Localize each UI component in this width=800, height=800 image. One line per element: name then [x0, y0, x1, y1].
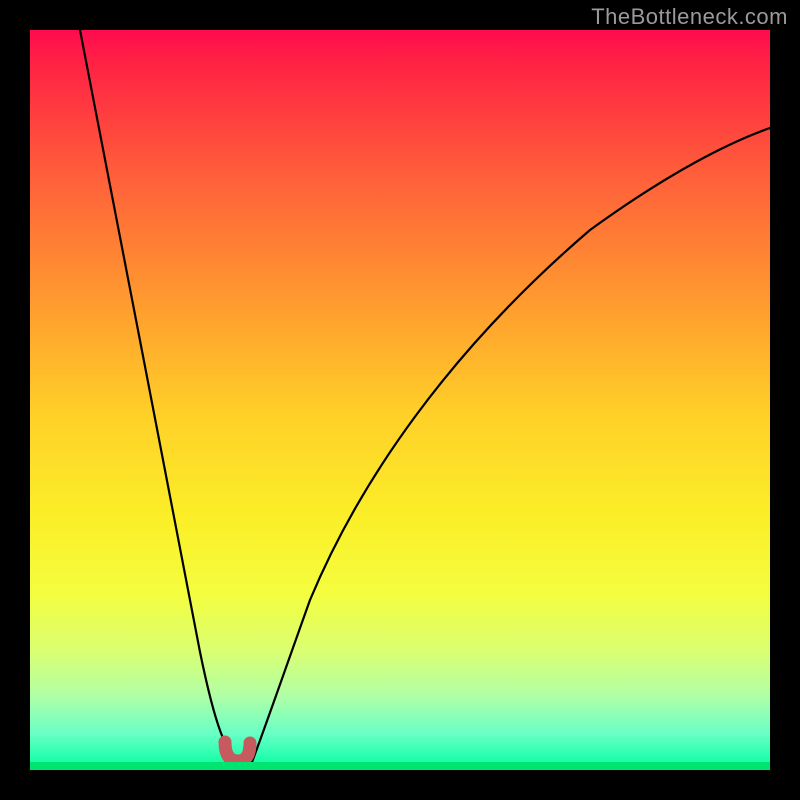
- watermark-label: TheBottleneck.com: [591, 4, 788, 30]
- chart-frame: TheBottleneck.com: [0, 0, 800, 800]
- optimal-marker: [225, 742, 250, 761]
- baseline-strip: [30, 762, 770, 770]
- plot-area: [30, 30, 770, 770]
- marker-layer: [30, 30, 770, 770]
